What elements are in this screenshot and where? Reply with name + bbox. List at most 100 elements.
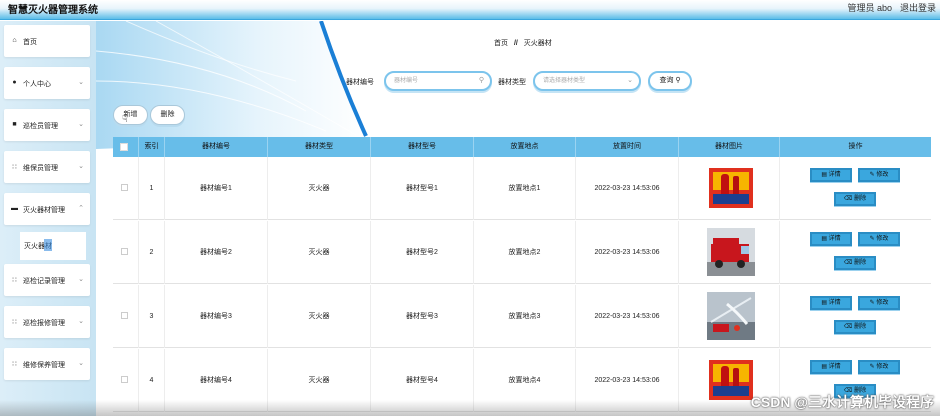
search-icon: ⚲ xyxy=(478,77,484,84)
image-cell xyxy=(679,285,780,348)
delete-button[interactable]: ⌫ 删除 xyxy=(834,320,876,334)
chevron-down-icon: ⌄ xyxy=(78,276,84,283)
time-cell: 2022-03-23 14:53:06 xyxy=(576,221,679,284)
column-header: 器材型号 xyxy=(371,137,474,157)
row-checkbox[interactable] xyxy=(121,248,128,255)
table-row: 1 器材编号1 灭火器 器材型号1 放置地点1 2022-03-23 14:53… xyxy=(113,157,931,220)
mouse-cursor-icon: ☟ xyxy=(122,114,129,125)
sidebar-item-home[interactable]: ⌂ 首页 xyxy=(4,25,90,57)
table-header: 索引 器材编号 器材类型 器材型号 放置地点 放置时间 器材图片 操作 xyxy=(113,137,931,157)
column-header: 索引 xyxy=(139,137,165,157)
breadcrumb-home[interactable]: 首页 xyxy=(494,40,508,47)
select-all-header xyxy=(113,137,139,157)
query-button-label: 查询 xyxy=(659,77,674,84)
row-select-cell xyxy=(113,157,139,220)
type-cell: 灭火器 xyxy=(268,221,371,284)
row-select-cell xyxy=(113,221,139,284)
delete-button[interactable]: ⌫ 删除 xyxy=(834,192,876,206)
code-cell: 器材编号3 xyxy=(165,285,268,348)
fire-extinguisher-box-image xyxy=(709,168,753,208)
logout-link[interactable]: 退出登录 xyxy=(900,1,936,14)
type-select-placeholder: 请选择器材类型 xyxy=(543,78,586,84)
chevron-down-icon: ⌄ xyxy=(78,360,84,367)
trash-icon: ⌫ xyxy=(843,196,855,202)
folder-icon: ▬ xyxy=(11,205,18,212)
time-cell: 2022-03-23 14:53:06 xyxy=(576,157,679,220)
add-button[interactable]: 新增 xyxy=(113,105,148,125)
sidebar-item-inspector[interactable]: ■ 巡检员管理 ⌄ xyxy=(4,109,90,141)
code-input[interactable]: 器材编号 ⚲ xyxy=(384,71,492,91)
edit-button[interactable]: ✎ 修改 xyxy=(858,168,900,182)
edit-button[interactable]: ✎ 修改 xyxy=(858,360,900,374)
model-cell: 器材型号2 xyxy=(371,221,474,284)
sidebar-item-personal-center[interactable]: ● 个人中心 ⌄ xyxy=(4,67,90,99)
fire-extinguisher-box-image xyxy=(709,360,753,400)
sidebar-item-inspection-records[interactable]: ∷ 巡检记录管理 ⌄ xyxy=(4,264,90,296)
grid-icon: ∷ xyxy=(12,164,17,171)
sidebar-item-maintenance[interactable]: ∷ 维修保养管理 ⌄ xyxy=(4,348,90,380)
code-input-placeholder: 器材编号 xyxy=(394,78,419,84)
person-icon: ● xyxy=(12,79,17,86)
type-cell: 灭火器 xyxy=(268,157,371,220)
type-select[interactable]: 请选择器材类型 ⌄ xyxy=(533,71,641,91)
trash-icon: ⌫ xyxy=(843,260,855,266)
index-cell: 2 xyxy=(139,221,165,284)
code-cell: 器材编号2 xyxy=(165,221,268,284)
row-checkbox[interactable] xyxy=(121,312,128,319)
app-title: 智慧灭火器管理系统 xyxy=(8,5,98,16)
sidebar-item-maintainer[interactable]: ∷ 维保员管理 ⌄ xyxy=(4,151,90,183)
location-cell: 放置地点2 xyxy=(474,221,576,284)
column-header: 操作 xyxy=(848,143,863,150)
chevron-up-icon: ⌃ xyxy=(78,205,84,212)
sidebar-item-label: 灭火器材管理 xyxy=(23,207,65,214)
model-cell: 器材型号3 xyxy=(371,285,474,348)
row-checkbox[interactable] xyxy=(121,376,128,383)
fire-truck-image xyxy=(707,228,755,276)
select-all-checkbox[interactable] xyxy=(120,143,128,151)
bulk-delete-button[interactable]: 删除 xyxy=(150,105,185,125)
detail-button[interactable]: ▤ 详情 xyxy=(810,296,852,310)
trash-icon: ⌫ xyxy=(843,324,855,330)
type-label: 器材类型 xyxy=(498,79,526,86)
search-bar: 器材编号 器材编号 ⚲ 器材类型 请选择器材类型 ⌄ 查询 ⚲ xyxy=(96,71,940,91)
document-icon: ▤ xyxy=(821,172,829,178)
sidebar-item-label: 维修保养管理 xyxy=(23,362,65,369)
breadcrumb-separator: // xyxy=(513,40,518,47)
image-cell xyxy=(679,221,780,284)
sidebar-item-equipment[interactable]: ▬ 灭火器材管理 ⌃ xyxy=(4,193,90,225)
type-cell: 灭火器 xyxy=(268,285,371,348)
column-header: 器材图片 xyxy=(679,137,780,157)
row-checkbox[interactable] xyxy=(121,184,128,191)
chevron-down-icon: ⌄ xyxy=(78,121,84,128)
fire-fighting-scene-image xyxy=(707,292,755,340)
actions-cell: ▤ 详情 ✎ 修改 ⌫ 删除 xyxy=(780,221,931,284)
column-header: 放置地点 xyxy=(474,137,576,157)
current-user: 管理员 abo xyxy=(847,3,892,13)
code-cell: 器材编号1 xyxy=(165,157,268,220)
sidebar: ⌂ 首页 ● 个人中心 ⌄ ■ 巡检员管理 ⌄ ∷ 维保员管理 ⌄ ▬ 灭火器材… xyxy=(0,21,96,416)
document-icon: ▤ xyxy=(821,236,829,242)
time-cell: 2022-03-23 14:53:06 xyxy=(576,285,679,348)
delete-button[interactable]: ⌫ 删除 xyxy=(834,256,876,270)
query-button[interactable]: 查询 ⚲ xyxy=(648,71,692,91)
grid-icon: ∷ xyxy=(12,277,17,284)
detail-button[interactable]: ▤ 详情 xyxy=(810,168,852,182)
edit-button[interactable]: ✎ 修改 xyxy=(858,232,900,246)
main-content: 首页 // 灭火器材 器材编号 器材编号 ⚲ 器材类型 请选择器材类型 ⌄ 查询… xyxy=(96,21,940,416)
cursor-highlight xyxy=(44,239,52,251)
document-icon: ▤ xyxy=(821,300,829,306)
table-row: 3 器材编号3 灭火器 器材型号3 放置地点3 2022-03-23 14:53… xyxy=(113,285,931,348)
edit-button[interactable]: ✎ 修改 xyxy=(858,296,900,310)
grid-icon: ∷ xyxy=(12,319,17,326)
grid-icon: ∷ xyxy=(12,361,17,368)
index-cell: 1 xyxy=(139,157,165,220)
detail-button[interactable]: ▤ 详情 xyxy=(810,360,852,374)
sidebar-item-label: 巡检报修管理 xyxy=(23,320,65,327)
briefcase-icon: ■ xyxy=(12,121,17,128)
index-cell: 3 xyxy=(139,285,165,348)
chevron-down-icon: ⌄ xyxy=(78,318,84,325)
detail-button[interactable]: ▤ 详情 xyxy=(810,232,852,246)
sidebar-subitem-equipment[interactable]: 灭火器材 xyxy=(20,232,86,260)
chevron-down-icon: ⌄ xyxy=(78,79,84,86)
sidebar-item-repair-reports[interactable]: ∷ 巡检报修管理 ⌄ xyxy=(4,306,90,338)
